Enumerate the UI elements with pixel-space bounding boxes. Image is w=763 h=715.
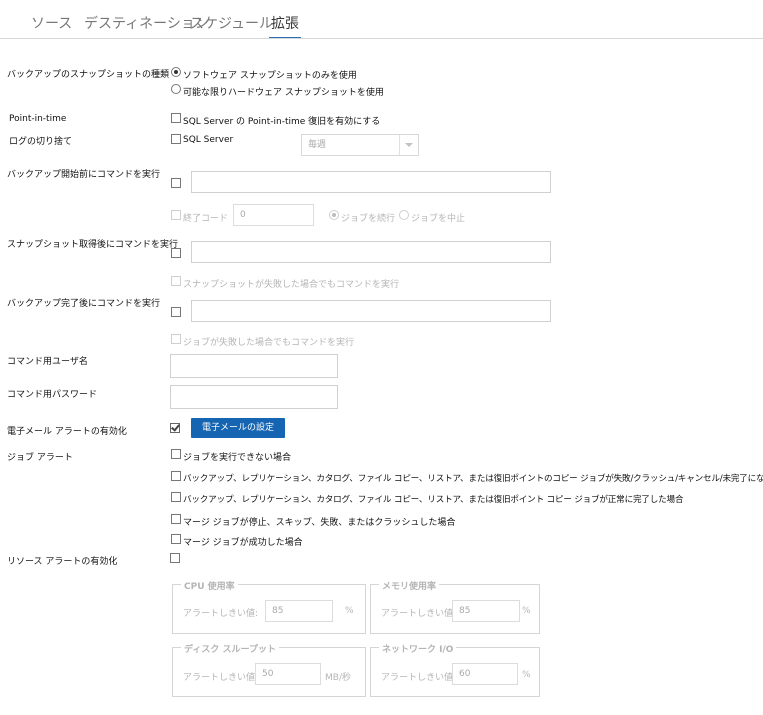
- tab-advanced[interactable]: 拡張: [271, 13, 299, 33]
- radio-hardware-snapshot[interactable]: [171, 84, 181, 94]
- radio-software-snapshot-label: ソフトウェア スナップショットのみを使用: [183, 71, 357, 81]
- post-snapshot-command-input[interactable]: [191, 241, 551, 263]
- cpu-threshold-input[interactable]: 85: [265, 600, 333, 622]
- tab-source[interactable]: ソース: [31, 13, 72, 33]
- memory-threshold-value: 85: [459, 606, 471, 616]
- job-alert-item-3: マージ ジョブが停止、スキップ、失敗、またはクラッシュした場合: [183, 518, 456, 528]
- post-snapshot-run-even-if-fail-checkbox[interactable]: [171, 276, 181, 286]
- resource-alert-checkbox[interactable]: [170, 553, 180, 563]
- email-alert-checkbox[interactable]: [170, 423, 180, 433]
- job-alert-checkbox-2[interactable]: [171, 492, 181, 502]
- pre-backup-command-input[interactable]: [191, 171, 551, 193]
- radio-continue-job[interactable]: [329, 210, 339, 220]
- cpu-usage-title: CPU 使用率: [181, 579, 238, 592]
- command-user-label: コマンド用ユーザ名: [7, 357, 88, 367]
- radio-continue-job-label: ジョブを続行: [341, 214, 396, 224]
- resource-alert-label: リソース アラートの有効化: [7, 557, 118, 567]
- point-in-time-label: Point-in-time: [9, 114, 67, 124]
- email-settings-button[interactable]: 電子メールの設定: [191, 418, 285, 438]
- disk-threshold-unit: MB/秒: [325, 673, 351, 683]
- job-alert-label: ジョブ アラート: [7, 453, 73, 463]
- command-password-input[interactable]: [170, 385, 338, 409]
- post-backup-run-even-if-fail-checkbox[interactable]: [171, 334, 181, 344]
- network-threshold-label: アラートしきい値:: [381, 673, 457, 683]
- log-truncate-sql-checkbox[interactable]: [171, 134, 181, 144]
- network-threshold-unit: %: [522, 670, 531, 680]
- chevron-down-icon: [399, 135, 418, 155]
- job-alert-checkbox-1[interactable]: [171, 471, 181, 481]
- job-alert-item-0: ジョブを実行できない場合: [183, 453, 292, 463]
- job-alert-item-4: マージ ジョブが成功した場合: [183, 538, 303, 548]
- cpu-threshold-value: 85: [272, 606, 284, 616]
- job-alert-item-1: バックアップ、レプリケーション、カタログ、ファイル コピー、リストア、または復旧…: [183, 474, 763, 484]
- tab-schedule[interactable]: スケジュール: [190, 13, 273, 33]
- job-alert-checkbox-0[interactable]: [171, 449, 181, 459]
- post-snapshot-run-even-if-fail-label: スナップショットが失敗した場合でもコマンドを実行: [183, 280, 400, 290]
- pit-checkbox-label: SQL Server の Point-in-time 復旧を有効にする: [183, 117, 381, 127]
- disk-threshold-label: アラートしきい値:: [183, 673, 259, 683]
- radio-abort-job-label: ジョブを中止: [411, 214, 466, 224]
- job-alert-checkbox-4[interactable]: [171, 534, 181, 544]
- post-backup-command-input[interactable]: [191, 300, 551, 322]
- snapshot-type-label: バックアップのスナップショットの種類: [7, 70, 170, 80]
- disk-throughput-title: ディスク スループット: [181, 642, 279, 655]
- log-truncate-label: ログの切り捨て: [9, 137, 73, 147]
- memory-usage-title: メモリ使用率: [379, 579, 440, 592]
- job-alert-item-2: バックアップ、レプリケーション、カタログ、ファイル コピー、リストア、または復旧…: [183, 495, 684, 505]
- exit-code-label: 終了コード: [183, 214, 229, 224]
- disk-threshold-input[interactable]: 50: [255, 663, 321, 685]
- post-snapshot-command-label: スナップショット取得後にコマンドを実行: [7, 240, 179, 250]
- post-backup-command-checkbox[interactable]: [171, 307, 181, 317]
- disk-threshold-value: 50: [262, 669, 274, 679]
- network-io-title: ネットワーク I/O: [379, 642, 457, 655]
- email-alert-label: 電子メール アラートの有効化: [7, 427, 127, 437]
- log-truncate-sql-label: SQL Server: [183, 135, 234, 145]
- post-backup-command-label: バックアップ完了後にコマンドを実行: [7, 299, 161, 309]
- network-threshold-value: 60: [459, 669, 471, 679]
- pre-backup-command-label: バックアップ開始前にコマンドを実行: [7, 170, 161, 180]
- network-threshold-input[interactable]: 60: [452, 663, 518, 685]
- memory-threshold-input[interactable]: 85: [452, 600, 520, 622]
- job-alert-checkbox-3[interactable]: [171, 514, 181, 524]
- pre-backup-command-checkbox[interactable]: [171, 178, 181, 188]
- post-snapshot-command-checkbox[interactable]: [171, 248, 181, 258]
- cpu-threshold-unit: %: [345, 606, 354, 616]
- tab-divider: [0, 38, 763, 39]
- command-password-label: コマンド用パスワード: [7, 390, 98, 400]
- pit-checkbox[interactable]: [171, 113, 181, 123]
- radio-abort-job[interactable]: [399, 210, 409, 220]
- log-truncate-frequency-value: 毎週: [308, 140, 327, 150]
- command-user-input[interactable]: [170, 354, 338, 378]
- radio-hardware-snapshot-label: 可能な限りハードウェア スナップショットを使用: [183, 88, 384, 98]
- exit-code-input[interactable]: 0: [233, 204, 314, 226]
- exit-code-checkbox[interactable]: [171, 210, 181, 220]
- post-backup-run-even-if-fail-label: ジョブが失敗した場合でもコマンドを実行: [183, 338, 355, 348]
- memory-threshold-unit: %: [522, 606, 531, 616]
- exit-code-value: 0: [240, 210, 246, 220]
- radio-software-snapshot[interactable]: [171, 67, 181, 77]
- log-truncate-frequency-select[interactable]: 毎週: [301, 134, 419, 156]
- memory-threshold-label: アラートしきい値:: [381, 609, 457, 619]
- cpu-threshold-label: アラートしきい値:: [183, 609, 259, 619]
